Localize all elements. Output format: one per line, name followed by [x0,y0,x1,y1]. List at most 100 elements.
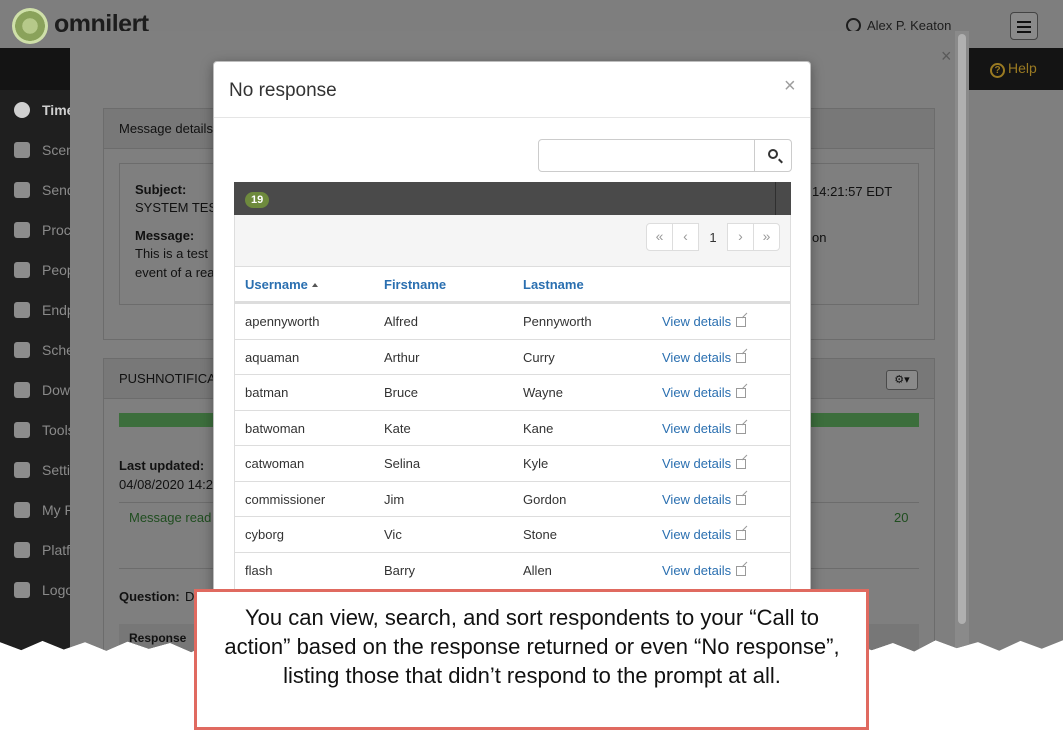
cell-username: flash [245,562,273,578]
sidebar-item-process[interactable]: Process [14,222,74,244]
search-group [538,139,792,172]
sidebar-item-people[interactable]: People [14,262,74,284]
cell-lastname: Pennyworth [523,314,592,329]
cell-username: batwoman [245,420,305,436]
hamburger-menu-button[interactable] [1010,12,1038,40]
subject-value: SYSTEM TEST [135,200,226,215]
detail-fragment: on [812,230,827,245]
view-details-link[interactable]: View details [662,527,747,542]
user-icon [14,502,30,518]
gear-icon [14,462,30,478]
close-icon[interactable]: × [784,76,796,96]
sidebar-item-scenarios[interactable]: Scenarios [14,142,74,164]
table-row: batman Bruce Wayne View details [235,374,790,410]
message-details-title: Message details [119,121,213,136]
sign-out-icon [14,582,30,598]
no-response-modal: No response × 19 « ‹ 1 › » Username Firs… [213,61,811,653]
result-count-badge: 19 [245,192,270,208]
column-label: Username [245,277,308,292]
view-details-link[interactable]: View details [662,420,747,436]
view-details-link[interactable]: View details [662,491,747,507]
search-icon [768,149,778,159]
subject-label: Subject: [135,182,187,197]
cell-lastname: Wayne [523,385,563,400]
sidebar-item-logout[interactable]: Logout [14,582,74,604]
clock-icon [14,342,30,358]
table-row: batwoman Kate Kane View details [235,409,790,446]
cell-lastname: Kane [523,420,554,436]
sort-username-header[interactable]: Username [245,277,318,292]
cell-username: commissioner [245,491,326,507]
cell-lastname: Curry [523,349,555,365]
table-row: commissioner Jim Gordon View details [235,480,790,517]
shield-icon [14,142,30,158]
pagination: « ‹ 1 › » [646,223,780,251]
sidebar-item-downloads[interactable]: Downloads [14,382,74,404]
cell-firstname: Vic [384,527,402,542]
current-page: 1 [709,230,717,245]
sidebar-item-tools[interactable]: Tools [14,422,74,444]
omnilert-logo-icon [12,8,48,44]
view-details-link[interactable]: View details [662,385,747,400]
table-row: aquaman Arthur Curry View details [235,338,790,375]
help-link[interactable]: ? Help [990,60,1037,78]
external-link-icon [736,388,747,398]
sidebar-item-schedule[interactable]: Schedule [14,342,74,364]
app-screenshot: omnilert Alex P. Keaton ?Help Timeline S… [0,0,1063,653]
external-link-icon [736,352,747,363]
first-page-button[interactable]: « [646,223,673,251]
sidebar-item-send[interactable]: Send [14,182,74,204]
view-details-label: View details [662,456,732,471]
help-label: Help [1008,60,1037,76]
cell-firstname: Bruce [384,385,418,400]
view-details-label: View details [662,420,732,436]
sort-firstname-header[interactable]: Firstname [384,277,446,292]
paper-plane-icon [14,182,30,198]
sort-ascending-icon [311,283,318,287]
next-page-button[interactable]: › [727,223,754,251]
view-details-link[interactable]: View details [662,563,747,578]
view-details-link[interactable]: View details [662,456,747,471]
sidebar-item-settings[interactable]: Settings [14,462,74,484]
cell-username: cyborg [245,527,285,542]
last-updated-label: Last updated: [119,458,205,473]
list-icon [14,222,30,238]
modal-header-divider [214,117,810,118]
view-details-link[interactable]: View details [662,314,747,329]
sidebar-item-timeline[interactable]: Timeline [14,102,74,124]
message-read-label[interactable]: Message read [129,510,211,525]
sidebar-item-platform[interactable]: Platform [14,542,74,564]
last-page-button[interactable]: » [753,223,780,251]
screenshot-stage: omnilert Alex P. Keaton ?Help Timeline S… [0,0,1063,732]
respondents-table: Username Firstname Lastname apennyworth A… [234,266,791,601]
external-link-icon [736,530,747,540]
sidebar-item-endpoints[interactable]: Endpoints [14,302,74,324]
message-read-count: 20 [894,510,909,525]
cell-lastname: Gordon [523,491,567,507]
panel-settings-button[interactable]: ⚙▾ [886,370,918,390]
previous-page-button[interactable]: ‹ [672,223,699,251]
users-icon [14,262,30,278]
last-updated-value: 04/08/2020 14:2 [119,477,213,492]
modal-title: No response [229,80,337,101]
cell-lastname: Allen [523,562,552,578]
outer-modal-close-icon[interactable]: × [941,46,952,67]
gear-icon: ⚙▾ [894,374,910,386]
sort-lastname-header[interactable]: Lastname [523,277,584,292]
scrollbar-thumb[interactable] [958,34,966,624]
external-link-icon [736,459,747,469]
cloud-download-icon [14,382,30,398]
view-details-link[interactable]: View details [662,350,747,365]
search-input[interactable] [538,139,755,172]
sidebar-item-my-profile[interactable]: My Profile [14,502,74,524]
search-button[interactable] [754,139,792,172]
cell-username: batman [245,385,289,400]
response-column-header[interactable]: Response [129,631,186,645]
cell-username: aquaman [245,349,300,365]
message-label: Message: [135,228,195,243]
cell-firstname: Kate [384,420,411,436]
external-link-icon [736,317,747,327]
table-row: flash Barry Allen View details [235,551,790,588]
table-row: apennyworth Alfred Pennyworth View details [235,303,790,339]
view-details-label: View details [662,491,732,507]
